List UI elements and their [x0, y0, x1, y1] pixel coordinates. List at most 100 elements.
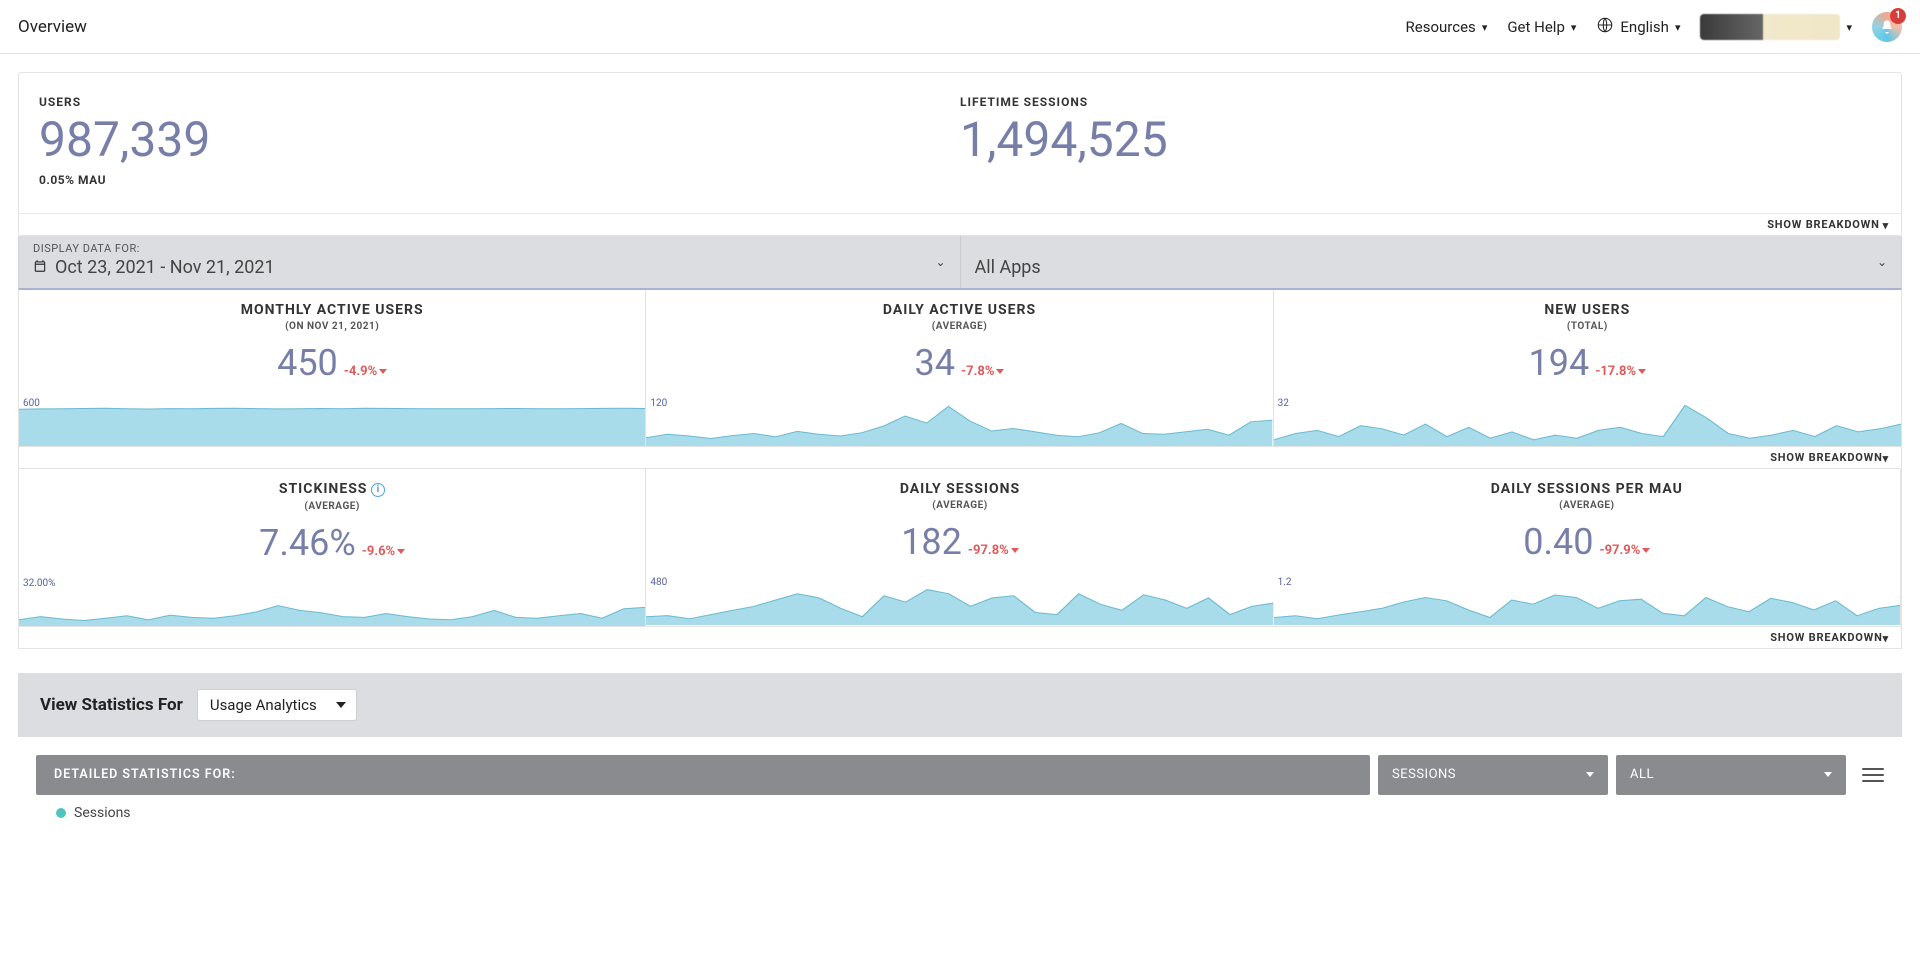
- caret-down-icon: [1586, 772, 1594, 777]
- kpi-card[interactable]: DAILY ACTIVE USERS (AVERAGE) 34 -7.8% 12…: [646, 290, 1273, 447]
- kpi-ymax-label: 32: [1278, 398, 1289, 409]
- chevron-down-icon: ⌄: [935, 255, 945, 269]
- legend-dot-icon: [56, 808, 66, 818]
- date-range-label: DISPLAY DATA FOR:: [33, 242, 946, 255]
- kpi-sparkline: 600: [19, 396, 645, 446]
- date-range-value: Oct 23, 2021 - Nov 21, 2021: [55, 257, 275, 278]
- chevron-down-icon: ▾: [1482, 21, 1488, 34]
- notifications-button[interactable]: 1: [1872, 12, 1902, 42]
- caret-down-icon: [379, 369, 387, 374]
- language-label: English: [1620, 18, 1669, 36]
- totals-card: USERS 987,339 0.05% MAU LIFETIME SESSION…: [18, 72, 1902, 236]
- caret-down-icon: [996, 369, 1004, 374]
- info-icon: i: [371, 483, 385, 497]
- filter-bar: DISPLAY DATA FOR: Oct 23, 2021 - Nov 21,…: [18, 236, 1902, 288]
- kpi-delta: -97.8%: [968, 543, 1019, 558]
- caret-down-icon: [1011, 548, 1019, 553]
- kpi-value: 34: [915, 342, 955, 384]
- total-users-label: USERS: [39, 95, 960, 109]
- apps-value: All Apps: [975, 257, 1041, 278]
- legend-item-sessions: Sessions: [74, 805, 131, 821]
- kpi-grid: MONTHLY ACTIVE USERS (ON NOV 21, 2021) 4…: [18, 288, 1902, 649]
- page-title: Overview: [18, 17, 87, 37]
- totals-show-breakdown[interactable]: SHOW BREAKDOWN ▾: [19, 213, 1901, 235]
- caret-down-icon: [1824, 772, 1832, 777]
- kpi-subtitle: (AVERAGE): [1282, 500, 1892, 511]
- kpi-breakdown-row[interactable]: SHOW BREAKDOWN▾: [19, 447, 1901, 469]
- view-statistics-label: View Statistics For: [40, 695, 183, 715]
- details-scope-value: ALL: [1630, 767, 1654, 782]
- kpi-title: STICKINESSi: [27, 481, 637, 498]
- chevron-down-icon: ▾: [1883, 632, 1889, 645]
- kpi-delta: -97.9%: [1599, 543, 1650, 558]
- caret-down-icon: [1642, 548, 1650, 553]
- kpi-card[interactable]: MONTHLY ACTIVE USERS (ON NOV 21, 2021) 4…: [19, 290, 646, 447]
- total-users-block: USERS 987,339 0.05% MAU: [39, 95, 960, 187]
- details-metric-value: SESSIONS: [1392, 767, 1456, 782]
- kpi-sparkline: 120: [646, 396, 1272, 446]
- kpi-subtitle: (AVERAGE): [654, 500, 1265, 511]
- kpi-ymax-label: 1.2: [1278, 577, 1292, 588]
- globe-icon: [1596, 16, 1614, 38]
- caret-down-icon: [336, 702, 346, 708]
- kpi-delta: -17.8%: [1595, 364, 1646, 379]
- chart-legend: Sessions: [56, 805, 1902, 821]
- kpi-title: NEW USERS: [1282, 302, 1893, 318]
- chevron-down-icon: ▾: [1571, 21, 1577, 34]
- kpi-title: DAILY ACTIVE USERS: [654, 302, 1264, 318]
- resources-label: Resources: [1406, 18, 1476, 36]
- resources-menu[interactable]: Resources ▾: [1406, 18, 1488, 36]
- kpi-ymax-label: 480: [650, 577, 667, 588]
- kpi-card[interactable]: DAILY SESSIONS PER MAU (AVERAGE) 0.40 -9…: [1274, 469, 1901, 627]
- get-help-menu[interactable]: Get Help ▾: [1507, 18, 1576, 36]
- chevron-down-icon: ⌄: [1877, 255, 1887, 269]
- kpi-delta: -9.6%: [362, 544, 405, 559]
- date-range-picker[interactable]: DISPLAY DATA FOR: Oct 23, 2021 - Nov 21,…: [19, 236, 961, 288]
- kpi-subtitle: (TOTAL): [1282, 321, 1893, 332]
- chevron-down-icon: ▾: [1675, 21, 1681, 34]
- kpi-card[interactable]: DAILY SESSIONS (AVERAGE) 182 -97.8% 480: [646, 469, 1273, 627]
- kpi-sparkline: 32.00%: [19, 576, 645, 626]
- kpi-card[interactable]: NEW USERS (TOTAL) 194 -17.8% 32: [1274, 290, 1901, 447]
- notification-badge: 1: [1890, 8, 1906, 24]
- details-metric-select[interactable]: SESSIONS: [1378, 755, 1608, 795]
- apps-picker[interactable]: All Apps ⌄: [961, 236, 1902, 288]
- kpi-title: MONTHLY ACTIVE USERS: [27, 302, 637, 318]
- kpi-value: 450: [277, 342, 338, 384]
- kpi-sparkline: 480: [646, 575, 1273, 625]
- statistics-type-value: Usage Analytics: [210, 696, 317, 714]
- kpi-value: 0.40: [1523, 521, 1593, 563]
- chevron-down-icon: ▾: [1846, 21, 1852, 34]
- kpi-subtitle: (AVERAGE): [27, 501, 637, 512]
- kpi-breakdown-row[interactable]: SHOW BREAKDOWN▾: [19, 627, 1901, 648]
- kpi-sparkline: 32: [1274, 396, 1901, 446]
- kpi-delta: -4.9%: [344, 364, 387, 379]
- topbar: Overview Resources ▾ Get Help ▾ English …: [0, 0, 1920, 54]
- total-sessions-label: LIFETIME SESSIONS: [960, 95, 1881, 109]
- kpi-value: 182: [901, 521, 962, 563]
- total-users-sub: 0.05% MAU: [39, 173, 960, 187]
- kpi-title: DAILY SESSIONS: [654, 481, 1265, 497]
- account-chip: [1700, 14, 1840, 40]
- kpi-delta: -7.8%: [961, 364, 1004, 379]
- caret-down-icon: [1638, 369, 1646, 374]
- details-header: DETAILED STATISTICS FOR: SESSIONS ALL: [36, 755, 1884, 795]
- detailed-statistics-label: DETAILED STATISTICS FOR:: [36, 755, 1370, 795]
- chart-options-icon[interactable]: [1862, 768, 1884, 782]
- total-sessions-block: LIFETIME SESSIONS 1,494,525: [960, 95, 1881, 187]
- kpi-subtitle: (ON NOV 21, 2021): [27, 321, 637, 332]
- total-sessions-value: 1,494,525: [960, 115, 1881, 165]
- kpi-ymax-label: 120: [650, 398, 667, 409]
- show-breakdown-label: SHOW BREAKDOWN: [1767, 218, 1879, 231]
- chevron-down-icon: ▾: [1883, 219, 1889, 232]
- kpi-ymax-label: 32.00%: [23, 578, 55, 589]
- statistics-type-select[interactable]: Usage Analytics: [197, 689, 357, 721]
- account-menu[interactable]: ▾: [1700, 14, 1852, 40]
- kpi-title: DAILY SESSIONS PER MAU: [1282, 481, 1892, 497]
- kpi-sparkline: 1.2: [1274, 575, 1900, 625]
- get-help-label: Get Help: [1507, 18, 1565, 36]
- kpi-card[interactable]: STICKINESSi (AVERAGE) 7.46% -9.6% 32.00%: [19, 469, 646, 627]
- details-scope-select[interactable]: ALL: [1616, 755, 1846, 795]
- language-menu[interactable]: English ▾: [1596, 16, 1680, 38]
- kpi-value: 194: [1529, 342, 1590, 384]
